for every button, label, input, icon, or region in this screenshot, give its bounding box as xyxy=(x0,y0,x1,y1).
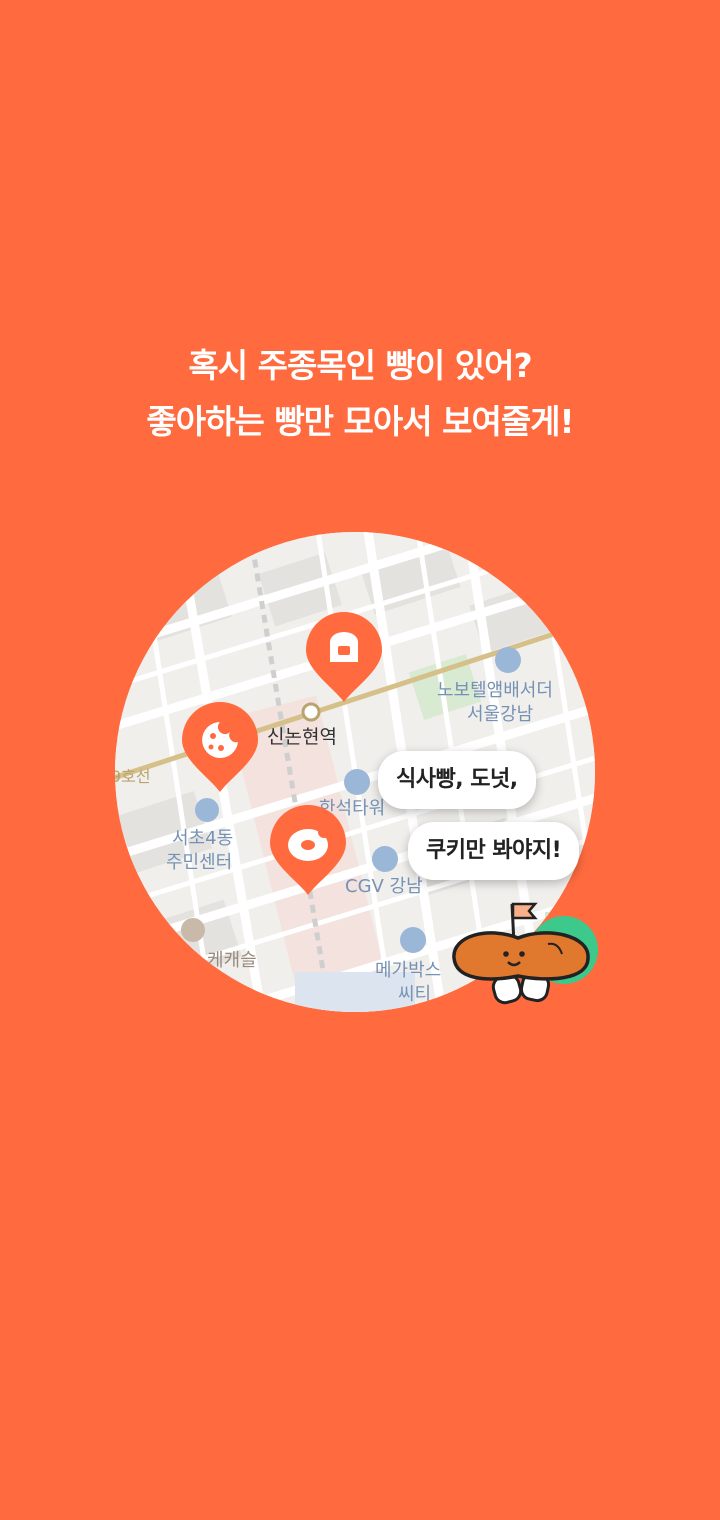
donut-icon xyxy=(270,805,346,895)
speech-bubble-1: 식사빵, 도넛, xyxy=(378,751,536,809)
station-label: 신논현역 xyxy=(267,726,337,748)
donut-pin[interactable] xyxy=(268,805,348,901)
cookie-icon xyxy=(182,702,258,792)
megabox-label-line-1: 메가박스 xyxy=(375,960,442,981)
headline-line-1: 혹시 주종목인 빵이 있어? xyxy=(188,346,532,385)
bread-pin[interactable] xyxy=(304,612,384,708)
bread-mascot xyxy=(448,900,600,1014)
cookie-pin[interactable] xyxy=(180,702,260,798)
bread-icon xyxy=(306,612,382,702)
community-label-line-2: 주민센터 xyxy=(166,852,233,873)
megabox-label-line-2: 씨티 xyxy=(398,984,432,1005)
hotel-label-line-2: 서울강남 xyxy=(467,704,534,725)
hotel-label-line-1: 노보텔앰배서더 xyxy=(437,680,553,701)
headline: 혹시 주종목인 빵이 있어? 좋아하는 빵만 모아서 보여줄게! xyxy=(0,338,720,450)
speech-bubble-2: 쿠키만 봐야지! xyxy=(408,822,580,880)
headline-line-2: 좋아하는 빵만 모아서 보여줄게! xyxy=(146,402,574,441)
line9-label: 9호선 xyxy=(115,767,151,786)
mascot-icon xyxy=(452,902,598,1005)
community-label-line-1: 서초4동 xyxy=(172,828,234,849)
partial-label: 케캐슬 xyxy=(207,950,257,971)
cgv-label: CGV 강남 xyxy=(345,876,423,897)
